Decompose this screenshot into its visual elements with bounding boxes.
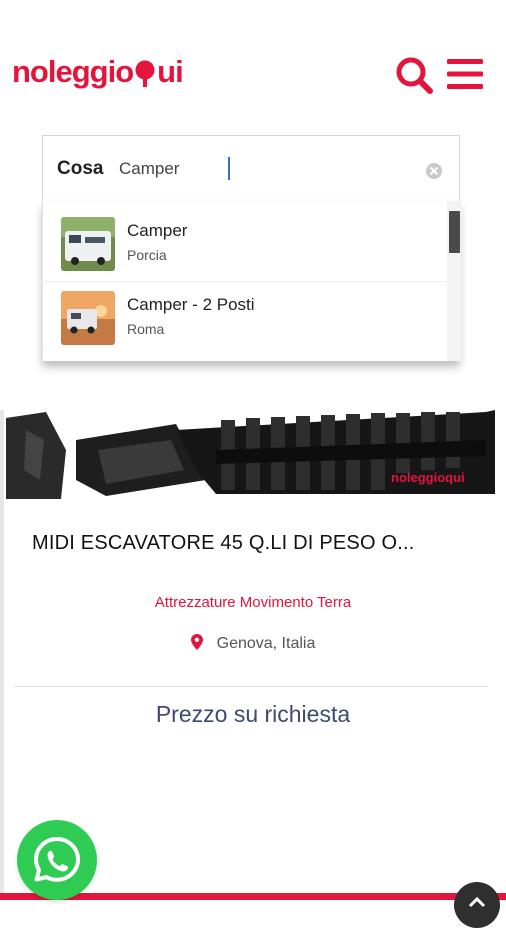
listing-price: Prezzo su richiesta	[155, 701, 351, 727]
logo-pin-icon	[135, 60, 155, 87]
logo-text-left: noleggio	[12, 54, 134, 89]
suggestion-thumbnail	[61, 217, 115, 271]
location-pin-icon	[190, 634, 203, 650]
suggestion-item[interactable]: Camper - 2 Posti Roma	[43, 281, 447, 355]
scroll-top-button[interactable]	[454, 882, 500, 928]
dropdown-scrollbar-thumb[interactable]	[449, 211, 460, 253]
listing-location: Genova, Italia	[0, 634, 506, 653]
page-edge	[0, 410, 4, 900]
logo-text-right: ui	[157, 54, 184, 89]
header: noleggio ui	[0, 0, 506, 110]
search-box: Cosa	[42, 135, 460, 201]
clear-search-icon[interactable]	[425, 162, 443, 180]
suggestion-location: Porcia	[127, 247, 167, 263]
arrow-up-icon	[468, 896, 486, 908]
search-label: Cosa	[57, 158, 104, 179]
suggestion-thumbnail	[61, 291, 115, 345]
listing-location-text: Genova, Italia	[216, 635, 316, 652]
text-caret	[228, 157, 230, 180]
listing-title[interactable]: MIDI ESCAVATORE 45 Q.LI DI PESO O...	[32, 532, 472, 555]
whatsapp-icon	[34, 837, 80, 882]
logo[interactable]: noleggio ui	[12, 52, 184, 92]
search-button[interactable]	[394, 55, 434, 95]
search-input[interactable]	[119, 156, 409, 182]
whatsapp-button[interactable]	[17, 820, 97, 900]
suggestions-dropdown: Camper Porcia Camper - 2 Posti Roma	[42, 201, 461, 361]
listing-category[interactable]: Attrezzature Movimento Terra	[0, 594, 506, 611]
suggestion-title: Camper	[127, 221, 188, 240]
card-divider	[14, 686, 488, 687]
menu-button[interactable]	[446, 57, 484, 91]
listing-image-watermark: noleggioqui	[391, 470, 465, 485]
listing-image[interactable]: noleggioqui	[6, 410, 495, 499]
suggestion-location: Roma	[127, 321, 165, 337]
suggestion-title: Camper - 2 Posti	[127, 295, 255, 314]
suggestion-item[interactable]: Camper Porcia	[43, 207, 447, 282]
